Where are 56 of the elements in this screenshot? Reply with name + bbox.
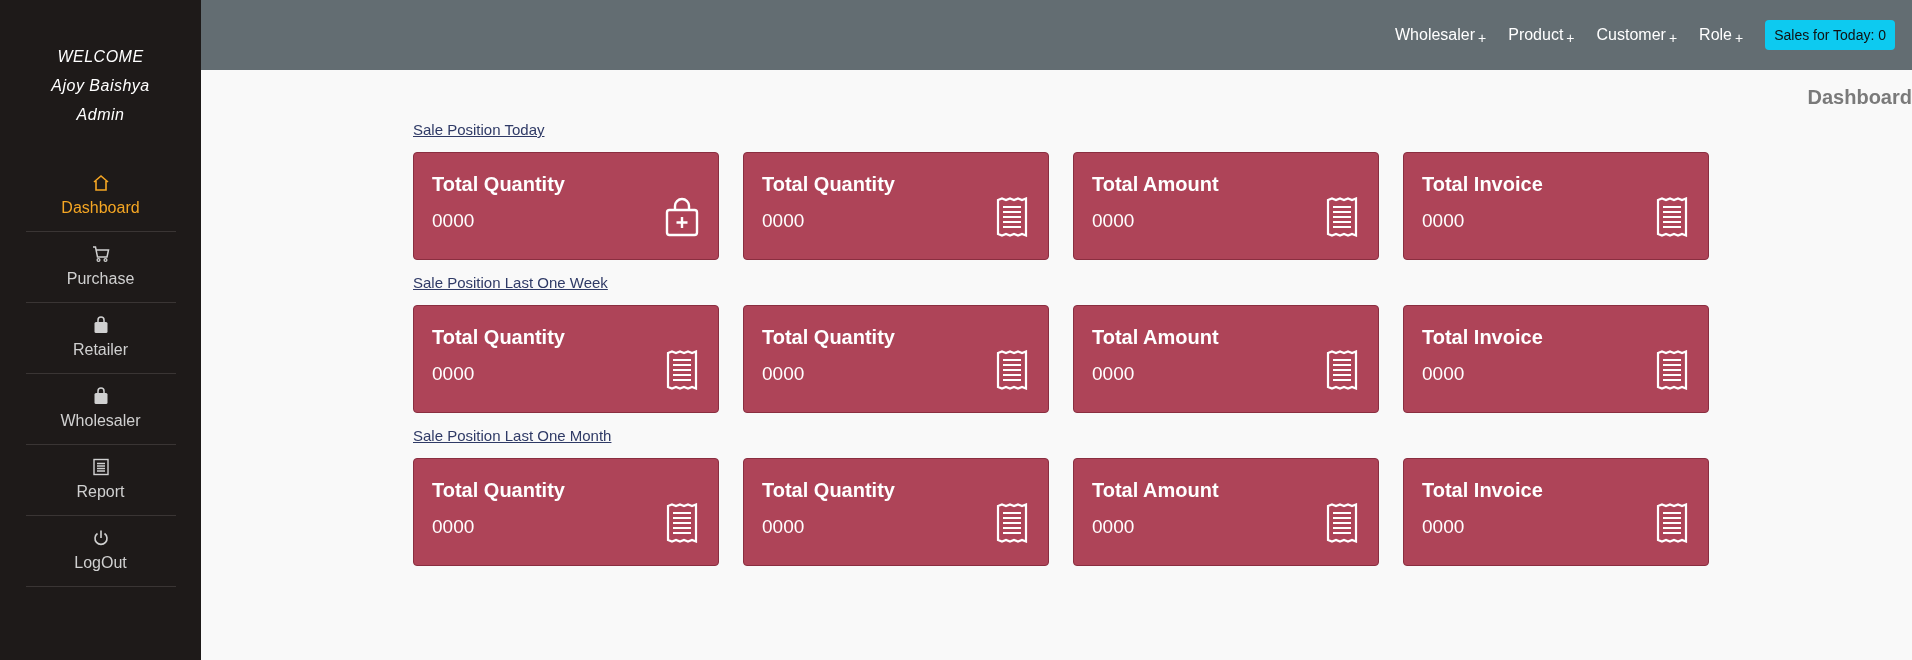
card-label: Total Quantity bbox=[762, 326, 895, 349]
receipt-icon bbox=[1324, 197, 1360, 237]
receipt-icon bbox=[664, 350, 700, 390]
card-value: 0000 bbox=[762, 363, 806, 385]
page-title: Dashboard bbox=[1807, 86, 1912, 109]
card-value: 0000 bbox=[1092, 210, 1136, 232]
menu-item[interactable]: Product + bbox=[1508, 26, 1575, 44]
menu-item[interactable]: Wholesaler + bbox=[1395, 26, 1487, 44]
card-label: Total Invoice bbox=[1422, 479, 1543, 502]
card-value: 0000 bbox=[1422, 516, 1466, 538]
bag-plus-icon bbox=[664, 197, 700, 237]
card-label: Total Amount bbox=[1092, 173, 1219, 196]
card-label: Total Invoice bbox=[1422, 173, 1543, 196]
card-label: Total Amount bbox=[1092, 326, 1219, 349]
welcome-text: WELCOME bbox=[57, 47, 144, 67]
receipt-icon bbox=[1654, 350, 1690, 390]
receipt-icon bbox=[1324, 350, 1360, 390]
sidebar-item[interactable]: Dashboard bbox=[25, 161, 176, 232]
card-label: Total Quantity bbox=[762, 173, 895, 196]
card-value: 0000 bbox=[432, 363, 476, 385]
card-value: 0000 bbox=[762, 516, 806, 538]
receipt-icon bbox=[994, 197, 1030, 237]
cart-icon bbox=[90, 244, 111, 264]
card-value: 0000 bbox=[762, 210, 806, 232]
sales-today-badge: Sales for Today: 0 bbox=[1765, 20, 1895, 50]
receipt-icon bbox=[664, 503, 700, 543]
card-value: 0000 bbox=[1092, 363, 1136, 385]
card-value: 0000 bbox=[432, 210, 476, 232]
section-link[interactable]: Sale Position Today bbox=[413, 121, 545, 138]
card-label: Total Quantity bbox=[432, 326, 565, 349]
card-label: Total Amount bbox=[1092, 479, 1219, 502]
card-value: 0000 bbox=[432, 516, 476, 538]
welcome-text: Ajoy Baishya bbox=[51, 76, 150, 96]
sidebar-item[interactable]: Report bbox=[25, 445, 176, 516]
receipt-icon bbox=[1654, 503, 1690, 543]
sidebar-item[interactable]: Wholesaler bbox=[25, 374, 176, 445]
card-label: Total Invoice bbox=[1422, 326, 1543, 349]
card-label: Total Quantity bbox=[432, 479, 565, 502]
sidebar-item[interactable]: Retailer bbox=[25, 303, 176, 374]
card-label: Total Quantity bbox=[762, 479, 895, 502]
menu-item[interactable]: Customer + bbox=[1596, 26, 1678, 44]
receipt-icon bbox=[1654, 197, 1690, 237]
receipt-icon bbox=[90, 457, 111, 477]
receipt-icon bbox=[994, 503, 1030, 543]
section-link[interactable]: Sale Position Last One Week bbox=[413, 274, 608, 291]
receipt-icon bbox=[1324, 503, 1360, 543]
receipt-icon bbox=[994, 350, 1030, 390]
card-value: 0000 bbox=[1422, 363, 1466, 385]
menu-item[interactable]: Role + bbox=[1699, 26, 1744, 44]
card-value: 0000 bbox=[1092, 516, 1136, 538]
welcome-text: Admin bbox=[76, 105, 125, 125]
card-value: 0000 bbox=[1422, 210, 1466, 232]
section-link[interactable]: Sale Position Last One Month bbox=[413, 427, 612, 444]
sidebar-item[interactable]: Purchase bbox=[25, 232, 176, 303]
card-label: Total Quantity bbox=[432, 173, 565, 196]
sidebar-item[interactable]: LogOut bbox=[25, 516, 176, 587]
